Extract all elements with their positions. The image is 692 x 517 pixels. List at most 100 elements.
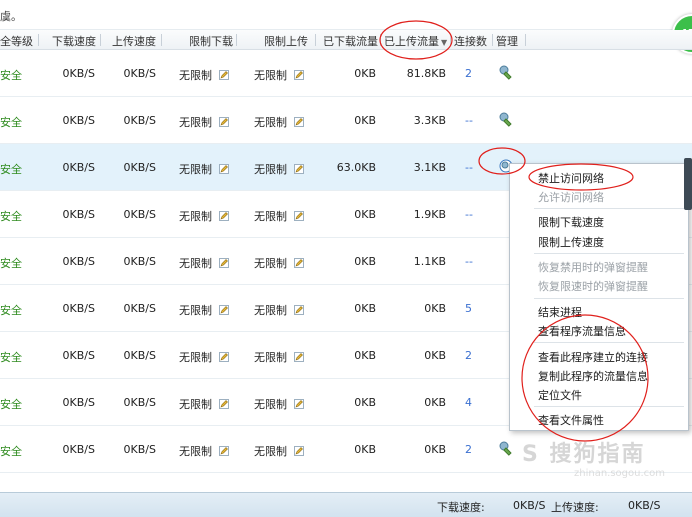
uploaded-flow: 3.3KB bbox=[413, 114, 446, 127]
menu-separator bbox=[534, 208, 684, 209]
connection-count[interactable]: -- bbox=[465, 255, 473, 268]
security-level: 安全 bbox=[0, 351, 22, 364]
downloaded-flow: 0KB bbox=[354, 443, 376, 456]
downloaded-flow: 0KB bbox=[354, 208, 376, 221]
connection-count[interactable]: -- bbox=[465, 161, 473, 174]
connection-count[interactable]: 2 bbox=[465, 349, 472, 362]
pencil-icon[interactable] bbox=[219, 117, 229, 127]
pencil-icon[interactable] bbox=[219, 446, 229, 456]
menu-separator bbox=[534, 298, 684, 299]
connection-count[interactable]: 5 bbox=[465, 302, 472, 315]
pencil-icon[interactable] bbox=[294, 117, 304, 127]
pencil-icon[interactable] bbox=[219, 164, 229, 174]
menu-view-connections[interactable]: 查看此程序建立的连接 bbox=[538, 349, 648, 365]
limit-download[interactable]: 无限制 bbox=[179, 67, 229, 83]
wrench-icon bbox=[499, 441, 512, 456]
connection-count[interactable]: -- bbox=[465, 114, 473, 127]
limit-download[interactable]: 无限制 bbox=[179, 114, 229, 130]
menu-locate-file[interactable]: 定位文件 bbox=[538, 387, 582, 403]
connection-count[interactable]: 2 bbox=[465, 67, 472, 80]
manage-button[interactable] bbox=[498, 111, 514, 130]
pencil-icon[interactable] bbox=[294, 446, 304, 456]
col-uploaded-label: 已上传流量 bbox=[384, 35, 439, 48]
limit-download[interactable]: 无限制 bbox=[179, 161, 229, 177]
menu-restore-limit-popup[interactable]: 恢复限速时的弹窗提醒 bbox=[538, 278, 648, 294]
table-row[interactable]: 安全 0KB/S 0KB/S 无限制 无限制 0KB 3.3KB -- bbox=[0, 97, 692, 144]
menu-file-properties[interactable]: 查看文件属性 bbox=[538, 412, 604, 428]
limit-upload[interactable]: 无限制 bbox=[254, 302, 304, 318]
upload-speed: 0KB/S bbox=[123, 349, 156, 362]
menu-end-process[interactable]: 结束进程 bbox=[538, 304, 582, 320]
limit-upload-value: 无限制 bbox=[254, 69, 287, 82]
limit-download[interactable]: 无限制 bbox=[179, 208, 229, 224]
pencil-icon[interactable] bbox=[294, 258, 304, 268]
pencil-icon[interactable] bbox=[294, 164, 304, 174]
footer-download-value: 0KB/S bbox=[513, 499, 546, 512]
limit-upload[interactable]: 无限制 bbox=[254, 255, 304, 271]
pencil-icon[interactable] bbox=[294, 70, 304, 80]
pencil-icon[interactable] bbox=[219, 211, 229, 221]
limit-download-value: 无限制 bbox=[179, 445, 212, 458]
manage-button[interactable] bbox=[498, 64, 514, 83]
col-connections[interactable]: 连接数 bbox=[454, 33, 487, 49]
limit-upload[interactable]: 无限制 bbox=[254, 114, 304, 130]
limit-download[interactable]: 无限制 bbox=[179, 349, 229, 365]
connection-count[interactable]: -- bbox=[465, 208, 473, 221]
security-level: 安全 bbox=[0, 445, 22, 458]
connection-count[interactable]: 4 bbox=[465, 396, 472, 409]
scrollbar-thumb[interactable] bbox=[684, 158, 692, 210]
downloaded-flow: 63.0KB bbox=[336, 161, 376, 174]
menu-restore-block-popup[interactable]: 恢复禁用时的弹窗提醒 bbox=[538, 259, 648, 275]
limit-download[interactable]: 无限制 bbox=[179, 396, 229, 412]
col-limit-upload[interactable]: 限制上传 bbox=[264, 33, 308, 49]
pencil-icon[interactable] bbox=[219, 352, 229, 362]
col-upload-speed[interactable]: 上传速度 bbox=[112, 33, 156, 49]
menu-allow-network[interactable]: 允许访问网络 bbox=[538, 189, 604, 205]
menu-block-network[interactable]: 禁止访问网络 bbox=[538, 170, 604, 186]
pencil-icon[interactable] bbox=[219, 399, 229, 409]
col-security[interactable]: 全等级 bbox=[0, 33, 33, 49]
pencil-icon[interactable] bbox=[219, 258, 229, 268]
pencil-icon[interactable] bbox=[294, 399, 304, 409]
limit-upload[interactable]: 无限制 bbox=[254, 396, 304, 412]
col-downloaded[interactable]: 已下载流量 bbox=[323, 33, 378, 49]
pencil-icon[interactable] bbox=[294, 305, 304, 315]
limit-upload[interactable]: 无限制 bbox=[254, 349, 304, 365]
limit-upload[interactable]: 无限制 bbox=[254, 443, 304, 459]
menu-separator bbox=[534, 253, 684, 254]
download-speed: 0KB/S bbox=[62, 349, 95, 362]
menu-copy-traffic[interactable]: 复制此程序的流量信息 bbox=[538, 368, 648, 384]
col-uploaded[interactable]: 已上传流量 ▼ bbox=[384, 33, 447, 49]
top-bar: 虞。 bbox=[0, 0, 692, 30]
menu-limit-download[interactable]: 限制下载速度 bbox=[538, 214, 604, 230]
sort-down-icon: ▼ bbox=[441, 38, 448, 47]
limit-upload[interactable]: 无限制 bbox=[254, 208, 304, 224]
limit-upload[interactable]: 无限制 bbox=[254, 67, 304, 83]
limit-download[interactable]: 无限制 bbox=[179, 255, 229, 271]
limit-download[interactable]: 无限制 bbox=[179, 443, 229, 459]
col-manage[interactable]: 管理 bbox=[496, 33, 518, 49]
connection-count[interactable]: 2 bbox=[465, 443, 472, 456]
upload-speed: 0KB/S bbox=[123, 161, 156, 174]
pencil-icon[interactable] bbox=[219, 305, 229, 315]
download-speed: 0KB/S bbox=[62, 443, 95, 456]
limit-upload[interactable]: 无限制 bbox=[254, 161, 304, 177]
limit-download[interactable]: 无限制 bbox=[179, 302, 229, 318]
col-limit-download[interactable]: 限制下载 bbox=[189, 33, 233, 49]
limit-upload-value: 无限制 bbox=[254, 163, 287, 176]
download-speed: 0KB/S bbox=[62, 208, 95, 221]
table-row[interactable]: 安全 0KB/S 0KB/S 无限制 无限制 0KB 81.8KB 2 bbox=[0, 50, 692, 97]
watermark-logo: S 搜狗指南 bbox=[522, 442, 646, 467]
menu-limit-upload[interactable]: 限制上传速度 bbox=[538, 234, 604, 250]
pencil-icon[interactable] bbox=[294, 352, 304, 362]
limit-upload-value: 无限制 bbox=[254, 445, 287, 458]
menu-separator bbox=[534, 406, 684, 407]
pencil-icon[interactable] bbox=[294, 211, 304, 221]
manage-button[interactable] bbox=[498, 440, 514, 459]
pencil-icon[interactable] bbox=[219, 70, 229, 80]
download-speed: 0KB/S bbox=[62, 161, 95, 174]
downloaded-flow: 0KB bbox=[354, 349, 376, 362]
menu-view-traffic[interactable]: 查看程序流量信息 bbox=[538, 323, 626, 339]
upload-speed: 0KB/S bbox=[123, 396, 156, 409]
col-download-speed[interactable]: 下载速度 bbox=[52, 33, 96, 49]
